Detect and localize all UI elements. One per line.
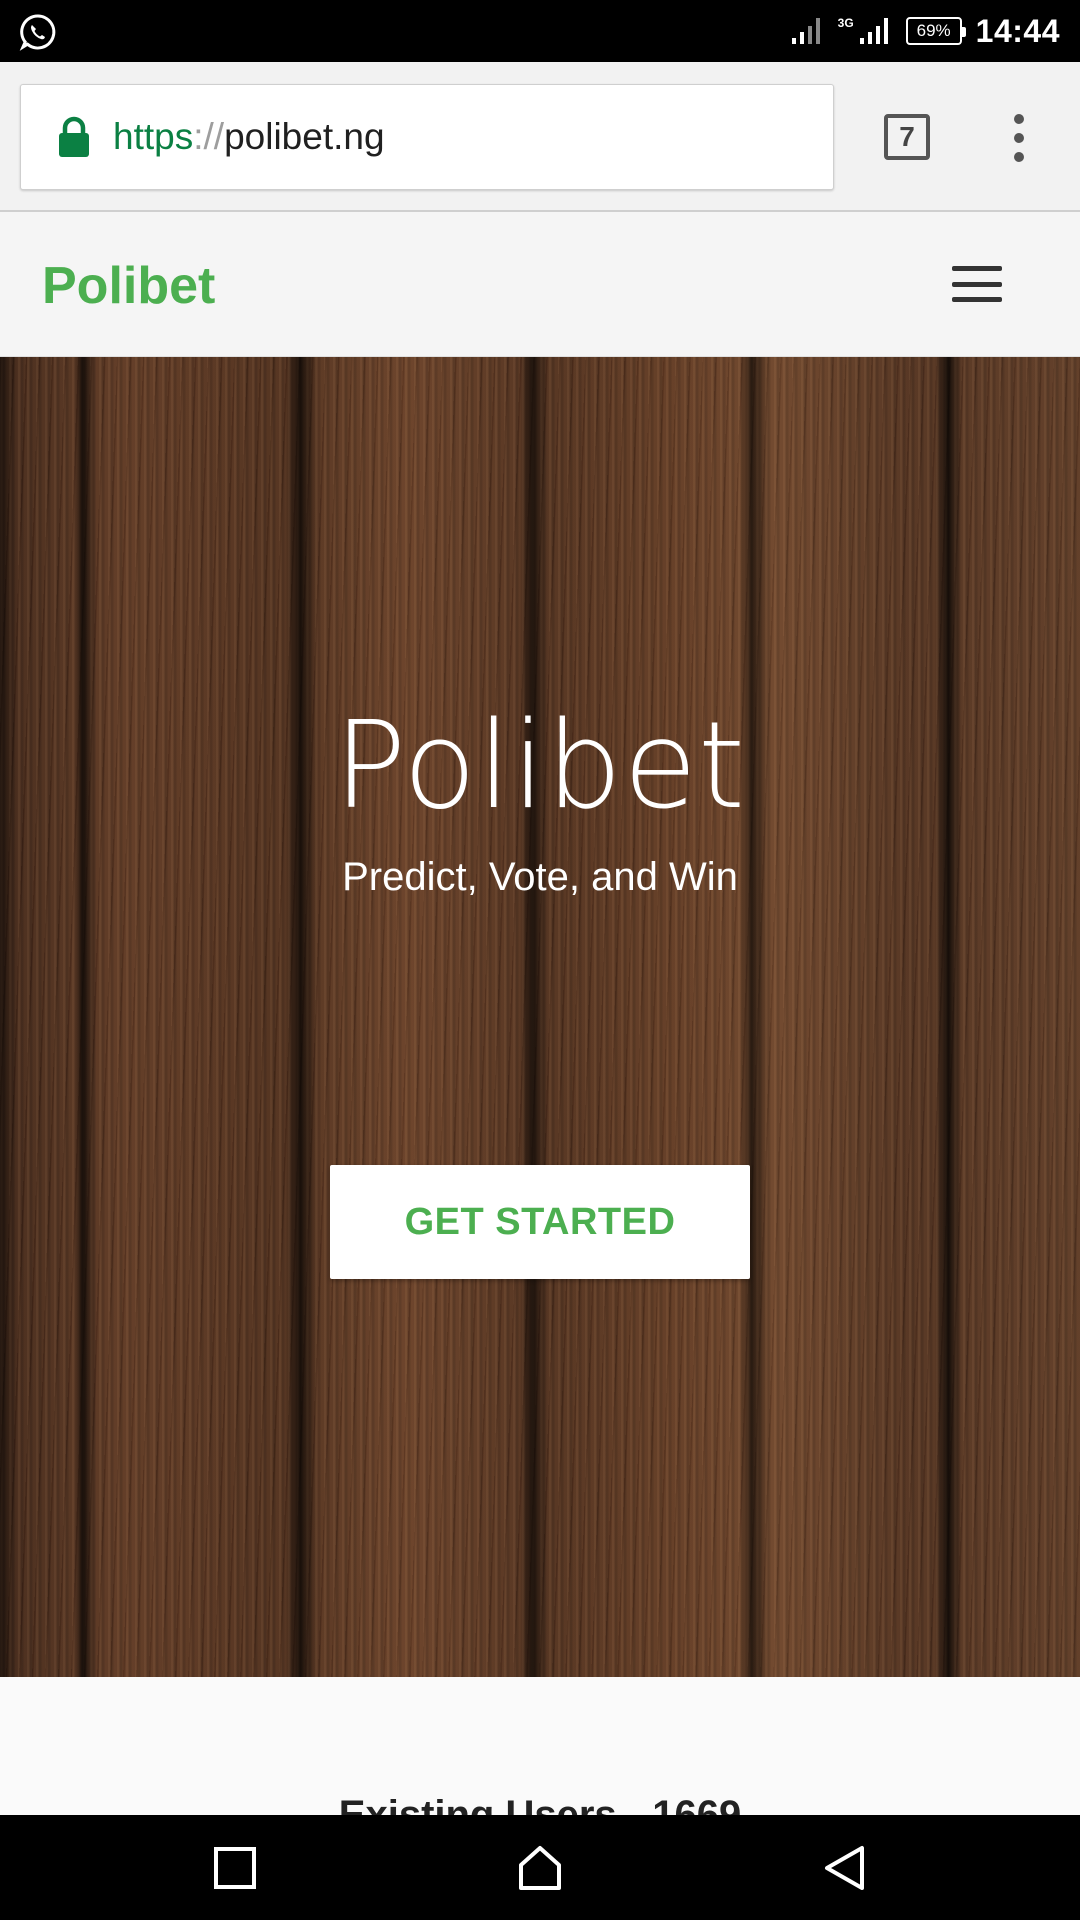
back-icon[interactable] [820, 1843, 870, 1893]
hero-section: Polibet Predict, Vote, and Win GET START… [0, 357, 1080, 1677]
battery-icon: 69% [905, 17, 966, 45]
signal-icon [791, 18, 820, 44]
status-bar: 3G 69% 14:44 [0, 0, 1080, 62]
hamburger-menu-icon[interactable] [952, 266, 1002, 302]
signal-3g-icon [859, 18, 888, 44]
site-brand-link[interactable]: Polibet [42, 256, 215, 316]
hero-title: Polibet [333, 697, 747, 836]
recents-icon[interactable] [210, 1843, 260, 1893]
get-started-button[interactable]: GET STARTED [330, 1165, 750, 1279]
network-type-label: 3G [837, 16, 854, 30]
whatsapp-icon [19, 14, 56, 51]
home-icon[interactable] [515, 1843, 565, 1893]
address-bar[interactable]: https://polibet.ng [20, 84, 834, 190]
site-navbar: Polibet [0, 212, 1080, 357]
clock: 14:44 [975, 12, 1060, 49]
url-separator: :// [193, 116, 225, 157]
url-host: polibet.ng [224, 116, 385, 157]
lock-icon[interactable] [57, 116, 91, 158]
hero-subtitle: Predict, Vote, and Win [342, 855, 738, 899]
url-text[interactable]: https://polibet.ng [113, 116, 385, 158]
tab-switcher-button[interactable]: 7 [884, 114, 930, 160]
system-nav-bar [0, 1815, 1080, 1920]
stats-section: Existing Users - 1669 [0, 1677, 1080, 1815]
overflow-menu-icon[interactable] [1000, 114, 1038, 162]
battery-level: 69% [916, 21, 951, 40]
url-scheme: https [113, 116, 194, 157]
existing-users-count: Existing Users - 1669 [338, 1793, 742, 1815]
browser-toolbar: https://polibet.ng 7 [0, 62, 1080, 212]
tab-count-label: 7 [899, 121, 915, 152]
